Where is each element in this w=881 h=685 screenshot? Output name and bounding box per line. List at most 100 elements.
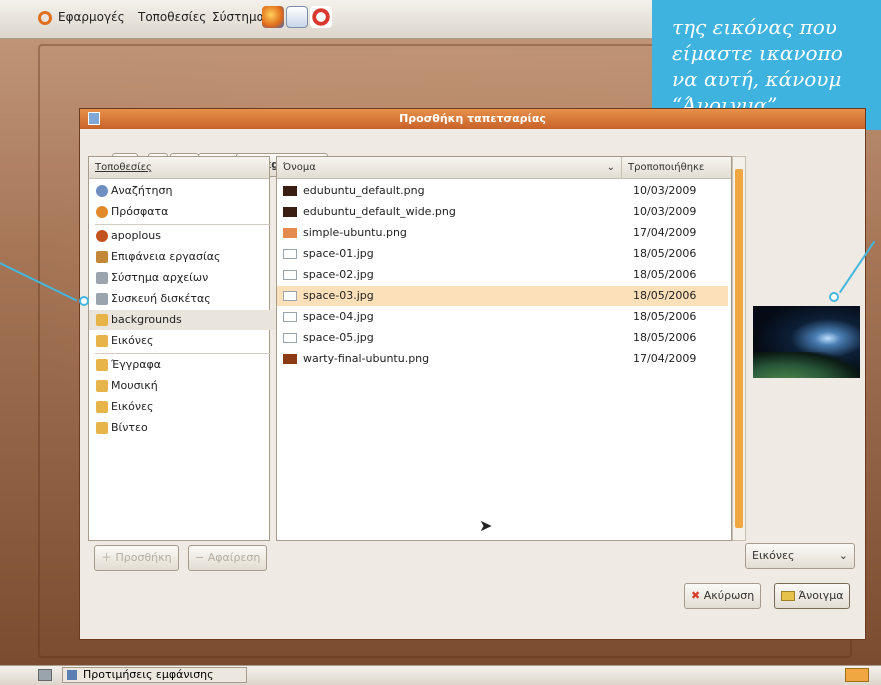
file-type-filter-select[interactable]: Εικόνες ⌄ bbox=[745, 543, 855, 569]
dialog-titlebar[interactable]: Προσθήκη ταπετσαρίας bbox=[80, 109, 865, 129]
file-modified-date: 18/05/2006 bbox=[633, 268, 697, 281]
folder-icon bbox=[96, 335, 108, 347]
menu-system[interactable]: Σύστημα bbox=[212, 10, 265, 24]
image-dark-icon bbox=[283, 207, 297, 217]
place-item[interactable]: Εικόνες bbox=[89, 331, 277, 351]
show-desktop-icon[interactable] bbox=[38, 669, 52, 681]
file-row[interactable]: space-05.jpg 18/05/2006 bbox=[277, 328, 728, 348]
image-brown-icon bbox=[283, 354, 297, 364]
file-name: space-01.jpg bbox=[303, 247, 374, 260]
column-header-name[interactable]: Όνομα ⌄ bbox=[277, 157, 621, 179]
image-dark-icon bbox=[283, 186, 297, 196]
file-name: warty-final-ubuntu.png bbox=[303, 352, 430, 365]
sort-arrow-icon: ⌄ bbox=[606, 162, 615, 173]
minus-icon: − bbox=[195, 551, 205, 564]
place-item[interactable]: Συσκευή δισκέτας bbox=[89, 289, 277, 309]
mail-icon[interactable] bbox=[286, 6, 308, 28]
place-label: Πρόσφατα bbox=[111, 205, 169, 218]
help-icon[interactable] bbox=[310, 6, 332, 28]
place-item[interactable]: apoplous bbox=[89, 226, 277, 246]
floppy-icon bbox=[96, 293, 108, 305]
place-item[interactable]: Πρόσφατα bbox=[89, 202, 277, 222]
place-item[interactable]: Μουσική bbox=[89, 376, 277, 396]
image-file-icon bbox=[283, 312, 297, 322]
file-row[interactable]: space-02.jpg 18/05/2006 bbox=[277, 265, 728, 285]
place-label: Έγγραφα bbox=[111, 358, 161, 371]
home-folder-icon bbox=[96, 230, 108, 242]
window-icon bbox=[88, 112, 100, 125]
cancel-button-label: Ακύρωση bbox=[703, 589, 755, 602]
callout-line-2: είμαστε ικανοπο bbox=[672, 41, 843, 65]
image-file-icon bbox=[283, 333, 297, 343]
place-item[interactable]: Βίντεο bbox=[89, 418, 277, 438]
callout-dot-left bbox=[79, 296, 89, 306]
ubuntu-logo-icon[interactable] bbox=[38, 11, 52, 25]
files-scrollbar[interactable] bbox=[732, 156, 746, 541]
file-name: space-03.jpg bbox=[303, 289, 374, 302]
plus-icon: ＋ bbox=[101, 551, 112, 564]
file-name: edubuntu_default.png bbox=[303, 184, 425, 197]
file-row[interactable]: space-03.jpg 18/05/2006 bbox=[277, 286, 728, 306]
place-label: Επιφάνεια εργασίας bbox=[111, 250, 221, 263]
callout-line-3: να αυτή, κάνουμ bbox=[672, 67, 842, 91]
place-item[interactable]: Εικόνες bbox=[89, 397, 277, 417]
place-item[interactable]: backgrounds bbox=[89, 310, 277, 330]
filter-value: Εικόνες bbox=[752, 549, 795, 562]
file-row[interactable]: space-04.jpg 18/05/2006 bbox=[277, 307, 728, 327]
places-header[interactable]: Τοποθεσίες bbox=[89, 157, 269, 179]
place-label: Αναζήτηση bbox=[111, 184, 173, 197]
file-row[interactable]: warty-final-ubuntu.png 17/04/2009 bbox=[277, 349, 728, 369]
file-row[interactable]: simple-ubuntu.png 17/04/2009 bbox=[277, 223, 728, 243]
place-label: Σύστημα αρχείων bbox=[111, 271, 209, 284]
place-item[interactable]: Σύστημα αρχείων bbox=[89, 268, 277, 288]
column-header-modified[interactable]: Τροποποιήθηκε bbox=[621, 157, 731, 179]
workspace-switcher-icon[interactable] bbox=[845, 668, 869, 682]
open-button[interactable]: Άνοιγμα bbox=[774, 583, 851, 609]
image-file-icon bbox=[283, 270, 297, 280]
places-separator bbox=[95, 353, 271, 354]
file-modified-date: 18/05/2006 bbox=[633, 247, 697, 260]
file-name: edubuntu_default_wide.png bbox=[303, 205, 456, 218]
column-name-label: Όνομα bbox=[283, 162, 316, 173]
file-modified-date: 17/04/2009 bbox=[633, 226, 697, 239]
file-row[interactable]: edubuntu_default.png 10/03/2009 bbox=[277, 181, 728, 201]
dialog-title: Προσθήκη ταπετσαρίας bbox=[399, 112, 546, 125]
mouse-pointer-icon: ➤ bbox=[479, 516, 493, 535]
folder-icon bbox=[96, 422, 108, 434]
file-row[interactable]: edubuntu_default_wide.png 10/03/2009 bbox=[277, 202, 728, 222]
recent-icon bbox=[96, 206, 108, 218]
menu-places[interactable]: Τοποθεσίες bbox=[138, 10, 206, 24]
scrollbar-thumb[interactable] bbox=[735, 169, 743, 528]
file-row[interactable]: space-01.jpg 18/05/2006 bbox=[277, 244, 728, 264]
add-wallpaper-dialog: Προσθήκη ταπετσαρίας usr share backgroun… bbox=[79, 108, 866, 640]
place-label: Συσκευή δισκέτας bbox=[111, 292, 211, 305]
drive-icon bbox=[96, 272, 108, 284]
folder-icon bbox=[96, 401, 108, 413]
file-name: simple-ubuntu.png bbox=[303, 226, 407, 239]
place-item[interactable]: Επιφάνεια εργασίας bbox=[89, 247, 277, 267]
place-item[interactable]: Αναζήτηση bbox=[89, 181, 277, 201]
cancel-button[interactable]: ✖ Ακύρωση bbox=[684, 583, 762, 609]
file-name: space-04.jpg bbox=[303, 310, 374, 323]
remove-button[interactable]: − Αφαίρεση bbox=[188, 545, 268, 571]
firefox-icon[interactable] bbox=[262, 6, 284, 28]
place-label: Εικόνες bbox=[111, 334, 154, 347]
cancel-icon: ✖ bbox=[691, 589, 701, 602]
desktop-icon bbox=[96, 251, 108, 263]
place-item[interactable]: Έγγραφα bbox=[89, 355, 277, 375]
file-name: space-02.jpg bbox=[303, 268, 374, 281]
open-button-label: Άνοιγμα bbox=[798, 589, 844, 602]
open-folder-icon bbox=[781, 591, 795, 601]
taskbar-item[interactable]: Προτιμήσεις εμφάνισης bbox=[62, 667, 247, 683]
add-button[interactable]: ＋ Προσθήκη bbox=[94, 545, 179, 571]
files-pane: Όνομα ⌄ Τροποποιήθηκε edubuntu_default.p… bbox=[276, 156, 732, 541]
file-modified-date: 18/05/2006 bbox=[633, 331, 697, 344]
places-pane: Τοποθεσίες Αναζήτηση Πρόσφατα apoplous Επιφ… bbox=[88, 156, 277, 541]
folder-icon bbox=[96, 359, 108, 371]
menu-applications[interactable]: Εφαρμογές bbox=[58, 10, 125, 24]
places-separator bbox=[95, 224, 271, 225]
file-modified-date: 10/03/2009 bbox=[633, 205, 697, 218]
preferences-icon bbox=[67, 670, 77, 680]
bottom-panel: Προτιμήσεις εμφάνισης bbox=[0, 665, 881, 685]
preview-image bbox=[753, 306, 860, 378]
